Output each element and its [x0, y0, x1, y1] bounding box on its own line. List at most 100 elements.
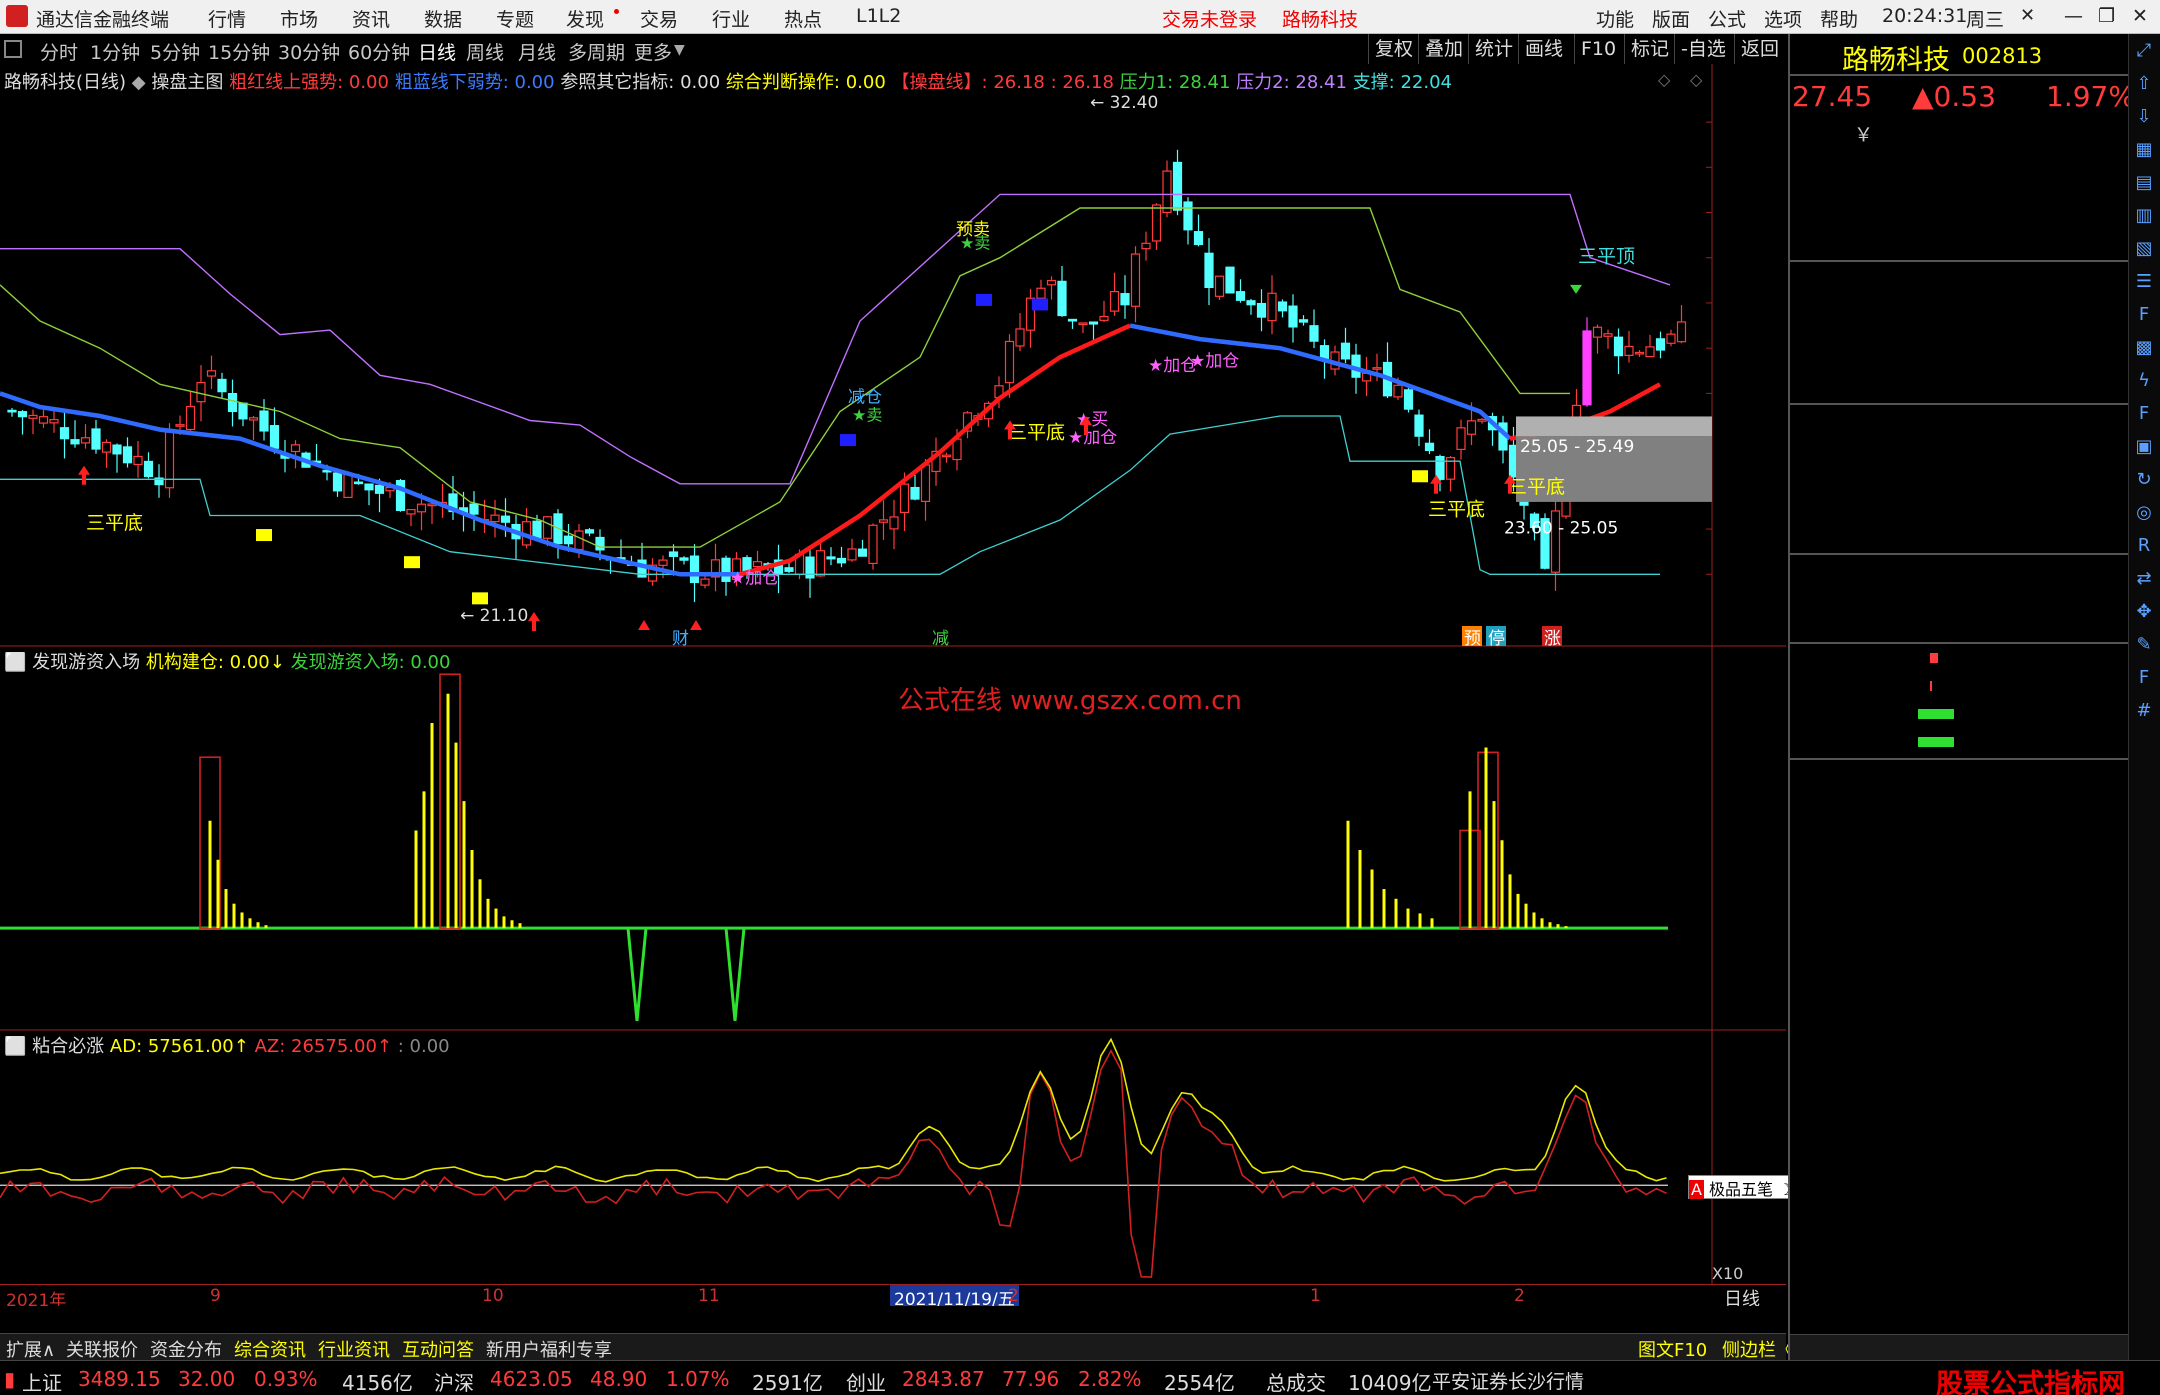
cy-label[interactable]: 创业 [846, 1367, 886, 1395]
tab-sidebar[interactable]: 侧边栏《 [1722, 1336, 1794, 1362]
candle-body [1288, 305, 1298, 328]
period-5min[interactable]: 5分钟 [150, 38, 200, 65]
calc-icon[interactable]: ▣ [2133, 436, 2155, 458]
expand-icon[interactable]: ⤢ [2133, 40, 2155, 62]
tab-f10-graphic[interactable]: 图文F10 [1638, 1336, 1707, 1362]
tab-industry-news[interactable]: 行业资讯 [318, 1336, 390, 1362]
tab-welfare[interactable]: 新用户福利专享 [486, 1336, 612, 1362]
restore-icon[interactable]: ❐ [2098, 5, 2115, 27]
tick-row [1790, 1033, 2160, 1060]
up-arrow-icon[interactable]: ⇧ [2133, 73, 2155, 95]
candle-body [1592, 326, 1603, 338]
menu-trade[interactable]: 交易 [640, 5, 678, 32]
period-more[interactable]: 更多 [634, 38, 672, 65]
tab-qa[interactable]: 互动问答 [402, 1336, 474, 1362]
down-arrow-icon[interactable]: ⇩ [2133, 106, 2155, 128]
menu-quote[interactable]: 行情 [208, 5, 246, 32]
x-label-2: 2 [1514, 1286, 1525, 1306]
chevron-down-icon[interactable]: ▼ [674, 42, 685, 58]
expand-icon[interactable]: ⬜ [4, 652, 26, 673]
candle-body [1141, 242, 1151, 250]
period-weekly[interactable]: 周线 [466, 38, 504, 65]
move-icon[interactable]: ✥ [2133, 601, 2155, 623]
candle-body [364, 483, 374, 491]
candle-body [1634, 351, 1645, 355]
signal-label: 三平顶 [1578, 245, 1635, 267]
flash-icon[interactable]: ϟ [2133, 370, 2155, 392]
indicator-name[interactable]: 操盘主图 [151, 72, 223, 93]
menu-options[interactable]: 选项 [1764, 5, 1802, 32]
table-icon[interactable]: ▩ [2133, 337, 2155, 359]
kline-chart-area[interactable]: 25.05 - 25.4923.60 - 25.05三平底三平底三平底三平底三平… [0, 64, 1786, 1306]
signal-block [404, 556, 420, 569]
candle-body [353, 481, 364, 485]
sh-label[interactable]: 上证 [22, 1367, 62, 1395]
menu-help[interactable]: 帮助 [1820, 5, 1858, 32]
period-monthly[interactable]: 月线 [518, 38, 556, 65]
number-icon[interactable]: # [2133, 700, 2155, 722]
menu-data[interactable]: 数据 [424, 5, 462, 32]
period-60min[interactable]: 60分钟 [348, 38, 410, 65]
marker-label: 预 [1464, 629, 1481, 649]
list-icon[interactable]: ☰ [2133, 271, 2155, 293]
trade-icon[interactable]: ⇄ [2133, 568, 2155, 590]
panel-toggle-icon[interactable] [4, 40, 22, 58]
expand-icon[interactable]: ⬜ [4, 1036, 26, 1057]
chart-icon[interactable]: ▦ [2133, 139, 2155, 161]
menu-l1l2[interactable]: L1L2 [856, 5, 901, 27]
broker-name[interactable]: 平安证券长沙行情 [1432, 1367, 1584, 1394]
tick-row [1790, 1115, 2160, 1142]
panel3-title[interactable]: 粘合必涨 [32, 1036, 104, 1057]
candle-body [1183, 201, 1193, 231]
menu-function[interactable]: 功能 [1596, 5, 1634, 32]
press2-value: 压力2: 28.41 [1236, 72, 1347, 93]
menu-formula[interactable]: 公式 [1708, 5, 1746, 32]
bar-icon[interactable]: ▧ [2133, 238, 2155, 260]
risk-icon[interactable]: R [2133, 535, 2155, 557]
login-status[interactable]: 交易未登录 [1162, 5, 1257, 32]
expand-tab[interactable]: 扩展∧ [6, 1336, 55, 1362]
fuquan-button[interactable]: 复权 [1368, 34, 1419, 64]
close-icon[interactable]: ✕ [2132, 5, 2148, 27]
period-daily[interactable]: 日线 [418, 38, 456, 65]
stat-row [1790, 556, 2160, 583]
f10-button[interactable]: F10 [1574, 34, 1622, 64]
pen-icon[interactable]: ✎ [2133, 634, 2155, 656]
panel2-title[interactable]: 发现游资入场 [32, 652, 140, 673]
tab-fund-dist[interactable]: 资金分布 [150, 1336, 222, 1362]
period-1min[interactable]: 1分钟 [90, 38, 140, 65]
candle-icon[interactable]: ▥ [2133, 205, 2155, 227]
candle-body [784, 567, 794, 572]
stat-row [1790, 523, 2160, 550]
f1-icon[interactable]: F [2133, 403, 2155, 425]
minimize-icon[interactable]: — [2064, 5, 2083, 27]
menu-news[interactable]: 资讯 [352, 5, 390, 32]
overlay-button[interactable]: 叠加 [1418, 34, 1469, 64]
grid-icon[interactable]: ▤ [2133, 172, 2155, 194]
sz-label[interactable]: 沪深 [434, 1367, 474, 1395]
stats-button[interactable]: 统计 [1468, 34, 1519, 64]
refresh-icon[interactable]: ↻ [2133, 469, 2155, 491]
up-arrow-icon: ↑ [233, 1036, 249, 1057]
menu-discover[interactable]: 发现 [566, 5, 604, 32]
remove-favorite-button[interactable]: -自选 [1674, 34, 1732, 64]
f10-icon[interactable]: F [2133, 304, 2155, 326]
menu-market[interactable]: 市场 [280, 5, 318, 32]
bell-icon[interactable]: ◎ [2133, 502, 2155, 524]
period-30min[interactable]: 30分钟 [278, 38, 340, 65]
menu-hot[interactable]: 热点 [784, 5, 822, 32]
mark-button[interactable]: 标记 [1624, 34, 1675, 64]
period-15min[interactable]: 15分钟 [208, 38, 270, 65]
period-multi[interactable]: 多周期 [568, 38, 625, 65]
menu-industry[interactable]: 行业 [712, 5, 750, 32]
tab-news[interactable]: 综合资讯 [234, 1336, 306, 1362]
period-fenshi[interactable]: 分时 [40, 38, 78, 65]
close-window-icon[interactable]: ✕ [2020, 5, 2035, 26]
menu-layout[interactable]: 版面 [1652, 5, 1690, 32]
signal-label: 三平底 [1428, 498, 1485, 520]
back-button[interactable]: 返回 [1734, 34, 1785, 64]
menu-topic[interactable]: 专题 [496, 5, 534, 32]
fs-icon[interactable]: F [2133, 667, 2155, 689]
tab-related-quote[interactable]: 关联报价 [66, 1336, 138, 1362]
draw-button[interactable]: 画线 [1518, 34, 1569, 64]
